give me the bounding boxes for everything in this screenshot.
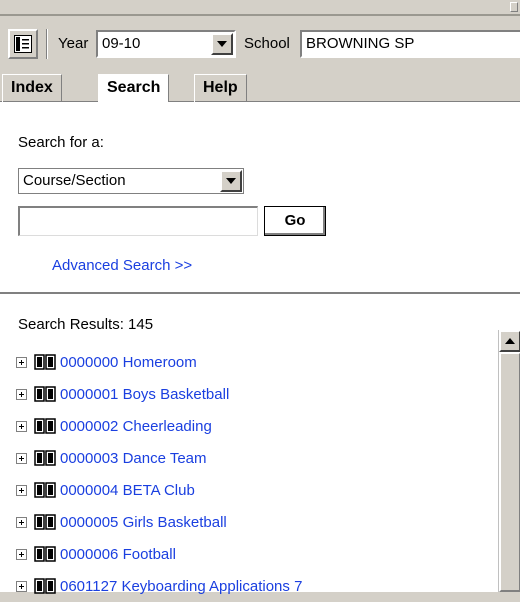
course-link[interactable]: 0000000 Homeroom (60, 354, 197, 371)
expand-plus-icon[interactable] (16, 580, 27, 592)
book-icon (34, 386, 56, 402)
scroll-thumb[interactable] (499, 352, 520, 592)
toolbar-separator (46, 29, 48, 59)
search-panel: Search for a: Course/Section Go Advanced… (0, 102, 520, 292)
year-label: Year (58, 35, 89, 52)
year-select[interactable]: 09-10 (96, 30, 236, 58)
expand-plus-icon[interactable] (16, 548, 27, 560)
book-icon (34, 354, 56, 370)
list-item: 0000001 Boys Basketball (16, 378, 302, 410)
list-item: 0000003 Dance Team (16, 442, 302, 474)
expand-plus-icon[interactable] (16, 356, 27, 368)
expand-plus-icon[interactable] (16, 420, 27, 432)
search-input[interactable] (18, 206, 258, 236)
tab-index[interactable]: Index (2, 74, 62, 102)
book-icon (34, 578, 56, 594)
list-item: 0000000 Homeroom (16, 346, 302, 378)
list-item: 0601127 Keyboarding Applications 7 (16, 570, 302, 602)
list-item: 0000005 Girls Basketball (16, 506, 302, 538)
menu-toggle-button[interactable] (8, 29, 38, 59)
list-item: 0000006 Football (16, 538, 302, 570)
results-scrollbar[interactable] (498, 330, 520, 592)
course-link[interactable]: 0000002 Cheerleading (60, 418, 212, 435)
school-select[interactable]: BROWNING SP (300, 30, 520, 58)
list-item: 0000002 Cheerleading (16, 410, 302, 442)
year-select-value: 09-10 (102, 35, 141, 52)
tab-search[interactable]: Search (98, 74, 170, 103)
chevron-down-icon[interactable] (211, 33, 233, 55)
course-link[interactable]: 0000005 Girls Basketball (60, 514, 227, 531)
list-item: 0000004 BETA Club (16, 474, 302, 506)
expand-plus-icon[interactable] (16, 516, 27, 528)
scroll-up-icon[interactable] (499, 330, 520, 352)
book-icon (34, 450, 56, 466)
toolbar: Year 09-10 School BROWNING SP (0, 24, 520, 64)
window-top-strip (0, 0, 520, 16)
expand-plus-icon[interactable] (16, 388, 27, 400)
search-for-label: Search for a: (18, 134, 104, 151)
search-type-value: Course/Section (23, 172, 126, 189)
go-button[interactable]: Go (264, 206, 326, 236)
expand-plus-icon[interactable] (16, 484, 27, 496)
advanced-search-link[interactable]: Advanced Search >> (52, 257, 192, 274)
chevron-down-icon[interactable] (220, 170, 242, 192)
school-label: School (244, 35, 290, 52)
book-icon (34, 514, 56, 530)
tab-bar: Index Search Help (0, 68, 520, 103)
course-link[interactable]: 0000006 Football (60, 546, 176, 563)
book-icon (34, 418, 56, 434)
expand-plus-icon[interactable] (16, 452, 27, 464)
book-icon (34, 482, 56, 498)
school-select-value: BROWNING SP (306, 35, 415, 52)
course-link[interactable]: 0000003 Dance Team (60, 450, 207, 467)
tab-help[interactable]: Help (194, 74, 247, 102)
results-panel: Search Results: 145 0000000 Homeroom 000… (0, 292, 520, 595)
results-tree: 0000000 Homeroom 0000001 Boys Basketball… (16, 346, 302, 602)
course-link[interactable]: 0000001 Boys Basketball (60, 386, 229, 403)
book-icon (34, 546, 56, 562)
course-link[interactable]: 0000004 BETA Club (60, 482, 195, 499)
results-count: Search Results: 145 (18, 316, 154, 333)
search-type-select[interactable]: Course/Section (18, 168, 244, 194)
